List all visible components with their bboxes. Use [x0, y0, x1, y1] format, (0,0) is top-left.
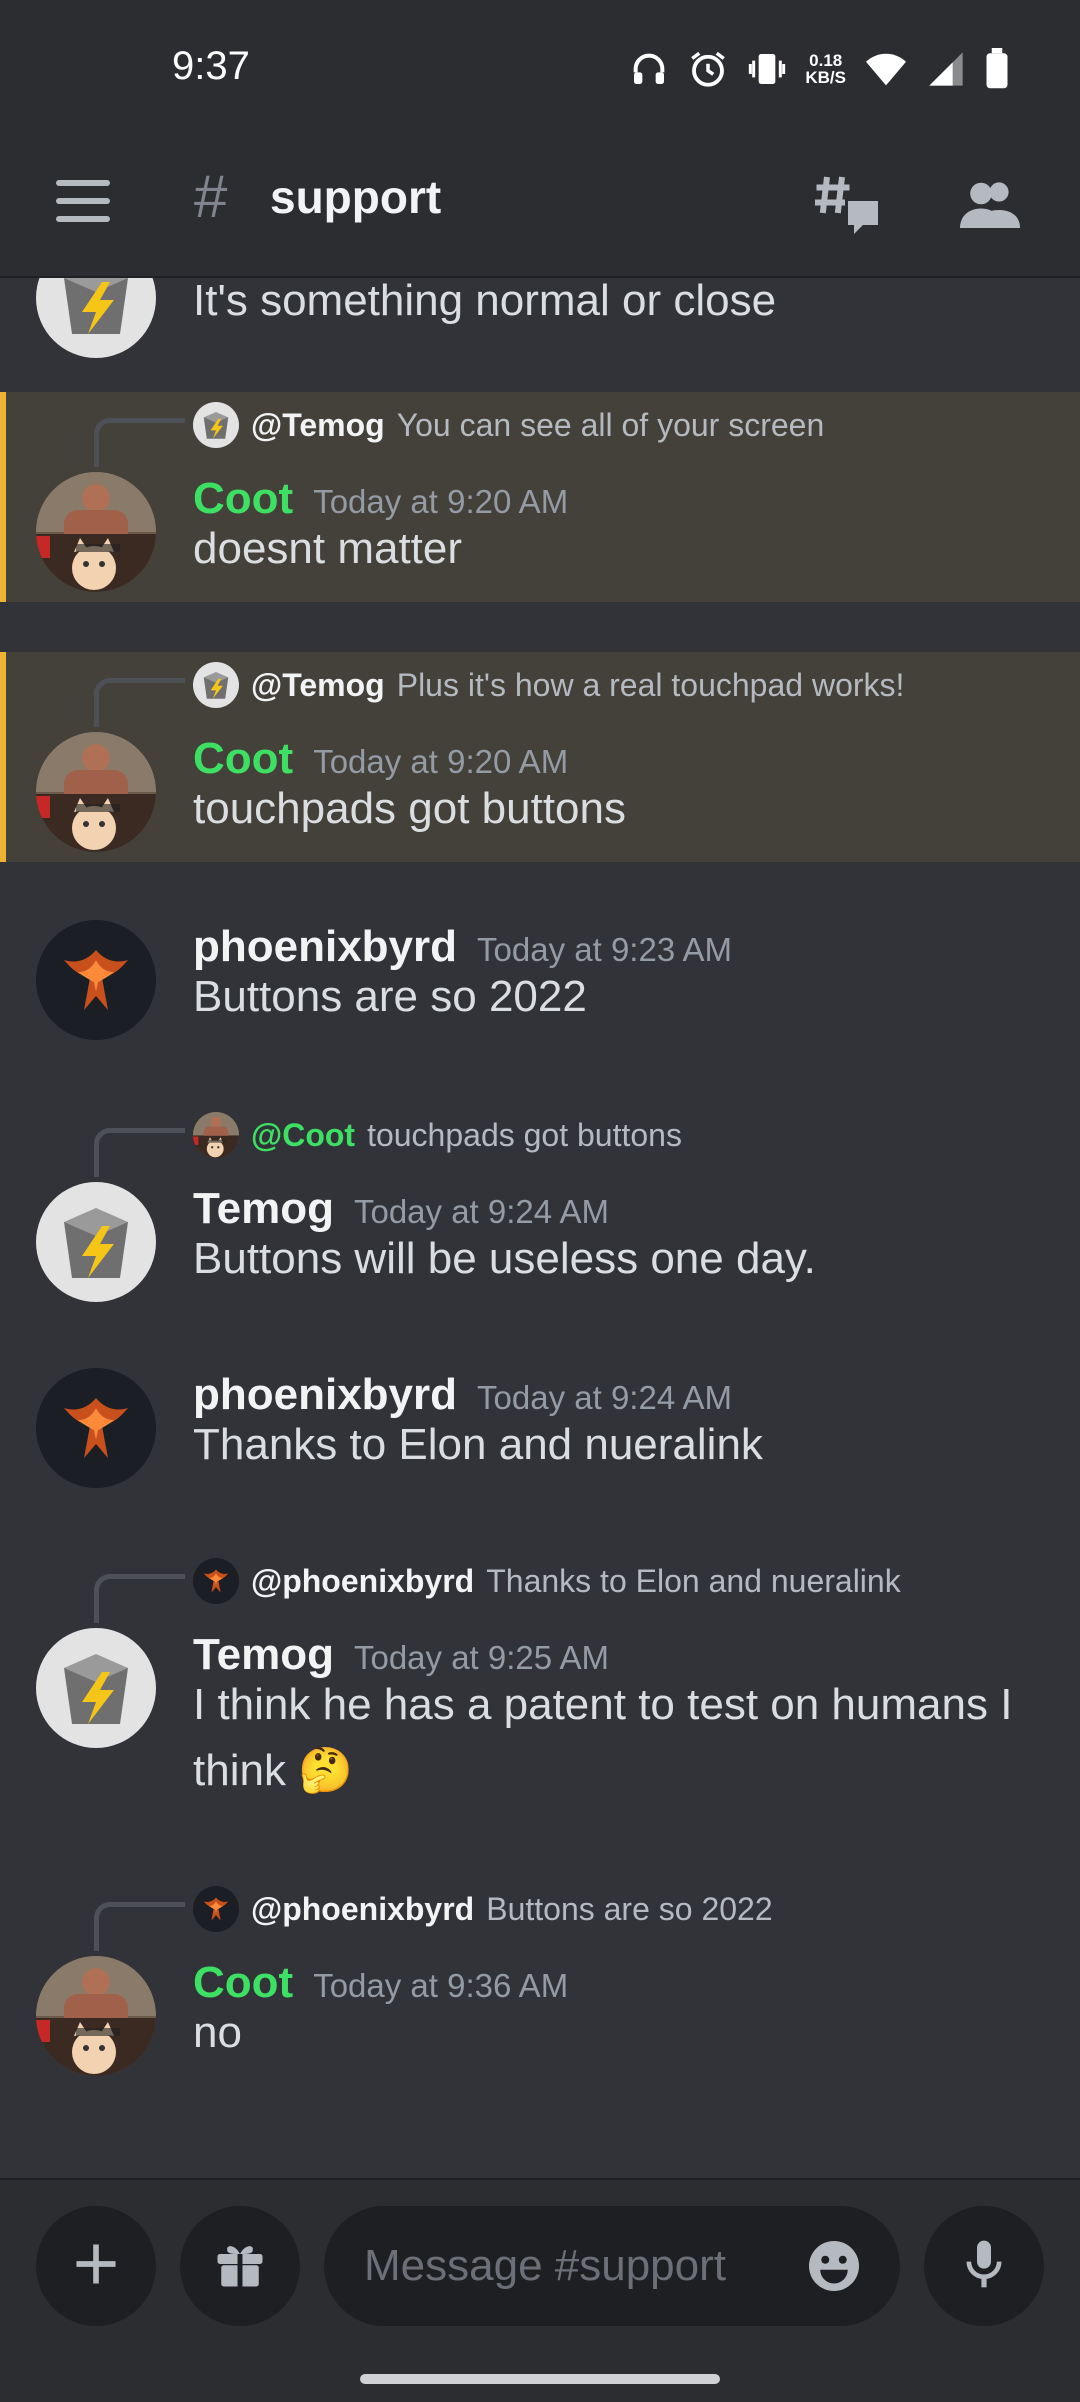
- net-speed: 0.18 KB/S: [805, 51, 846, 87]
- reply-connector: [94, 678, 185, 727]
- message-item[interactable]: phoenixbyrd Today at 9:23 AM Buttons are …: [0, 908, 1080, 1058]
- message-content: I think he has a patent to test on human…: [193, 1680, 1013, 1795]
- headphones-icon: [629, 49, 669, 89]
- message-timestamp: Today at 9:25 AM: [353, 1639, 609, 1676]
- reply-preview[interactable]: @Coot touchpads got buttons: [193, 1110, 682, 1160]
- message-item[interactable]: @phoenixbyrd Buttons are so 2022 Coot Tod…: [0, 1876, 1080, 2086]
- status-bar: 9:37 0.18 KB/S: [0, 0, 1080, 132]
- message-content: doesnt matter: [193, 524, 463, 573]
- message-item[interactable]: @Temog Plus it's how a real touchpad wor…: [0, 652, 1080, 862]
- reply-preview[interactable]: @Temog You can see all of your screen: [193, 400, 824, 450]
- vibrate-icon: [747, 49, 787, 89]
- reply-author: @phoenixbyrd: [251, 1890, 475, 1927]
- reply-text: Plus it's how a real touchpad works!: [396, 666, 905, 703]
- message-input-placeholder: Message #support: [364, 2241, 726, 2290]
- reply-preview[interactable]: @Temog Plus it's how a real touchpad wor…: [193, 660, 904, 710]
- message-item[interactable]: @Coot touchpads got buttons Temog Today a…: [0, 1102, 1080, 1312]
- reply-avatar: [193, 1112, 239, 1158]
- message-timestamp: Today at 9:24 AM: [477, 1379, 733, 1416]
- reply-author: @Temog: [251, 666, 385, 703]
- message-item[interactable]: phoenixbyrd Today at 9:24 AM Thanks to El…: [0, 1356, 1080, 1506]
- reply-text: touchpads got buttons: [367, 1116, 682, 1153]
- reply-preview[interactable]: @phoenixbyrd Buttons are so 2022: [193, 1884, 773, 1934]
- message-content: Buttons are so 2022: [193, 972, 587, 1021]
- message-item[interactable]: @phoenixbyrd Thanks to Elon and nueralin…: [0, 1548, 1080, 1828]
- message-content: Buttons will be useless one day.: [193, 1234, 816, 1283]
- reply-avatar: [193, 662, 239, 708]
- thinking-face-emoji: 🤔: [298, 1746, 353, 1795]
- message-timestamp: Today at 9:36 AM: [313, 1967, 569, 2004]
- avatar[interactable]: [36, 1628, 156, 1748]
- reply-connector: [94, 1128, 185, 1177]
- voice-message-button[interactable]: [924, 2206, 1044, 2326]
- message-timestamp: Today at 9:20 AM: [313, 743, 569, 780]
- reply-connector: [94, 418, 185, 467]
- reply-connector: [94, 1574, 185, 1623]
- wifi-icon: [864, 49, 908, 89]
- avatar[interactable]: [36, 920, 156, 1040]
- reply-preview[interactable]: @phoenixbyrd Thanks to Elon and nueralin…: [193, 1556, 901, 1606]
- reply-text: You can see all of your screen: [396, 406, 825, 443]
- avatar[interactable]: [36, 732, 156, 852]
- emoji-icon[interactable]: [804, 2236, 864, 2296]
- reply-author: @Temog: [251, 406, 385, 443]
- message-item[interactable]: It's something normal or close: [0, 278, 1080, 378]
- message-content: Thanks to Elon and nueralink: [193, 1420, 763, 1469]
- message-timestamp: Today at 9:24 AM: [353, 1193, 609, 1230]
- reply-author: @Coot: [251, 1116, 356, 1153]
- channel-hash-icon: #: [194, 163, 228, 230]
- home-indicator[interactable]: [360, 2374, 720, 2384]
- reply-text: Buttons are so 2022: [486, 1890, 773, 1927]
- status-time: 9:37: [172, 44, 250, 88]
- avatar[interactable]: [36, 278, 156, 358]
- channel-name[interactable]: support: [270, 170, 441, 224]
- message-timestamp: Today at 9:20 AM: [313, 483, 569, 520]
- reply-avatar: [193, 402, 239, 448]
- message-item[interactable]: @Temog You can see all of your screen Co…: [0, 392, 1080, 602]
- avatar[interactable]: [36, 1368, 156, 1488]
- add-attachment-button[interactable]: [36, 2206, 156, 2326]
- avatar[interactable]: [36, 472, 156, 592]
- reply-connector: [94, 1902, 185, 1951]
- reply-author: @phoenixbyrd: [251, 1562, 475, 1599]
- message-input[interactable]: Message #support: [324, 2206, 900, 2326]
- avatar[interactable]: [36, 1182, 156, 1302]
- hamburger-menu-icon[interactable]: [56, 176, 112, 232]
- message-list[interactable]: It's something normal or close @Temog Yo…: [0, 278, 1080, 2178]
- message-timestamp: Today at 9:23 AM: [477, 931, 733, 968]
- reply-text: Thanks to Elon and nueralink: [486, 1562, 901, 1599]
- alarm-icon: [687, 48, 729, 90]
- channel-header: # support: [0, 132, 1080, 278]
- plus-icon: [70, 2238, 122, 2295]
- message-composer: Message #support: [0, 2178, 1080, 2402]
- reply-avatar: [193, 1886, 239, 1932]
- reply-avatar: [193, 1558, 239, 1604]
- message-content: no: [193, 2008, 242, 2057]
- gift-icon: [210, 2234, 270, 2299]
- avatar[interactable]: [36, 1956, 156, 2076]
- members-icon[interactable]: [954, 168, 1026, 240]
- message-content: It's something normal or close: [193, 278, 777, 325]
- gift-button[interactable]: [180, 2206, 300, 2326]
- microphone-icon: [956, 2236, 1012, 2297]
- signal-icon: [926, 49, 966, 89]
- threads-icon[interactable]: [812, 168, 884, 240]
- status-icons: 0.18 KB/S: [629, 44, 1010, 94]
- message-content: touchpads got buttons: [193, 784, 626, 833]
- battery-icon: [984, 48, 1010, 90]
